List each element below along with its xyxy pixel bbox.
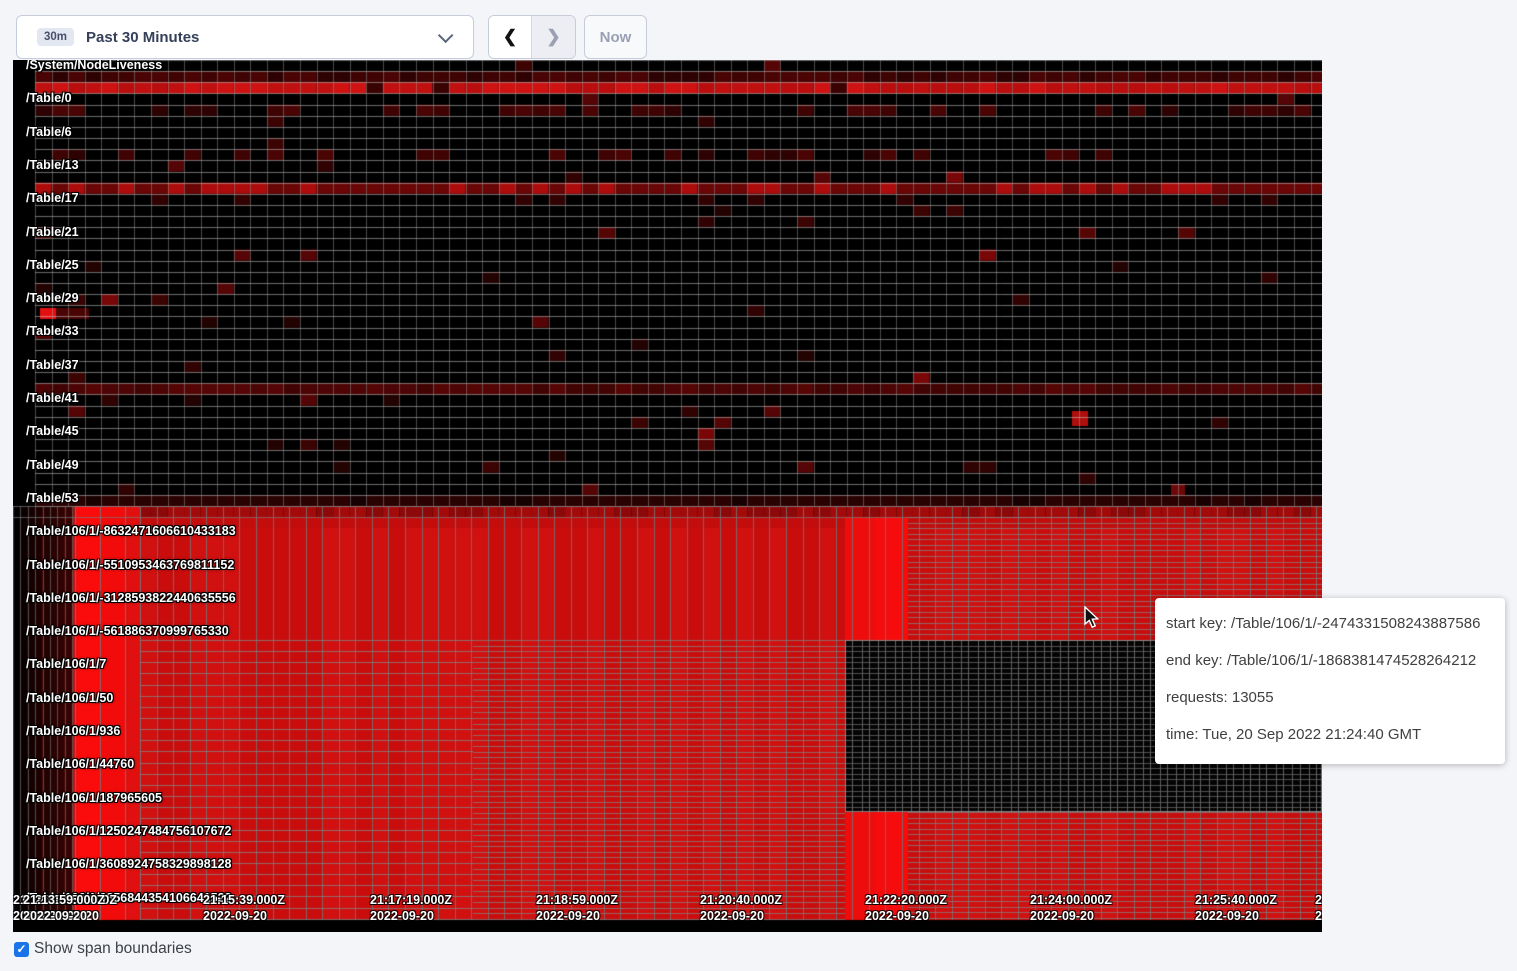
key-visualizer-page: { "toolbar": { "time_range": { "badge": …	[0, 0, 1517, 971]
key-visualizer-panel: /System/NodeLiveness/Table/0/Table/6/Tab…	[13, 60, 1322, 932]
tooltip-row: start key: /Table/106/1/-247433150824388…	[1166, 605, 1505, 642]
tooltip-row: requests: 13055	[1166, 679, 1505, 716]
show-span-boundaries-checkbox[interactable]: ✓	[14, 942, 29, 957]
toolbar: 30m Past 30 Minutes ❮ ❯ Now	[0, 0, 1517, 60]
time-range-badge: 30m	[37, 28, 74, 46]
tooltip-row: end key: /Table/106/1/-18683814745282642…	[1166, 642, 1505, 679]
time-range-dropdown[interactable]: 30m Past 30 Minutes	[16, 15, 474, 59]
prev-time-button[interactable]: ❮	[489, 16, 532, 58]
time-nav-button-group: ❮ ❯	[488, 15, 576, 59]
next-time-button[interactable]: ❯	[532, 16, 575, 58]
cell-tooltip: start key: /Table/106/1/-247433150824388…	[1155, 598, 1505, 764]
show-span-boundaries-label: Show span boundaries	[34, 940, 192, 958]
key-visualizer-heatmap[interactable]	[13, 60, 1322, 932]
check-icon: ✓	[16, 943, 26, 955]
chevron-left-icon: ❮	[503, 27, 517, 47]
time-range-label: Past 30 Minutes	[86, 29, 199, 46]
tooltip-row: time: Tue, 20 Sep 2022 21:24:40 GMT	[1166, 716, 1505, 753]
chevron-right-icon: ❯	[546, 27, 560, 47]
footer: ✓ Show span boundaries	[14, 940, 192, 958]
now-button[interactable]: Now	[584, 15, 647, 59]
chevron-down-icon	[438, 27, 454, 43]
